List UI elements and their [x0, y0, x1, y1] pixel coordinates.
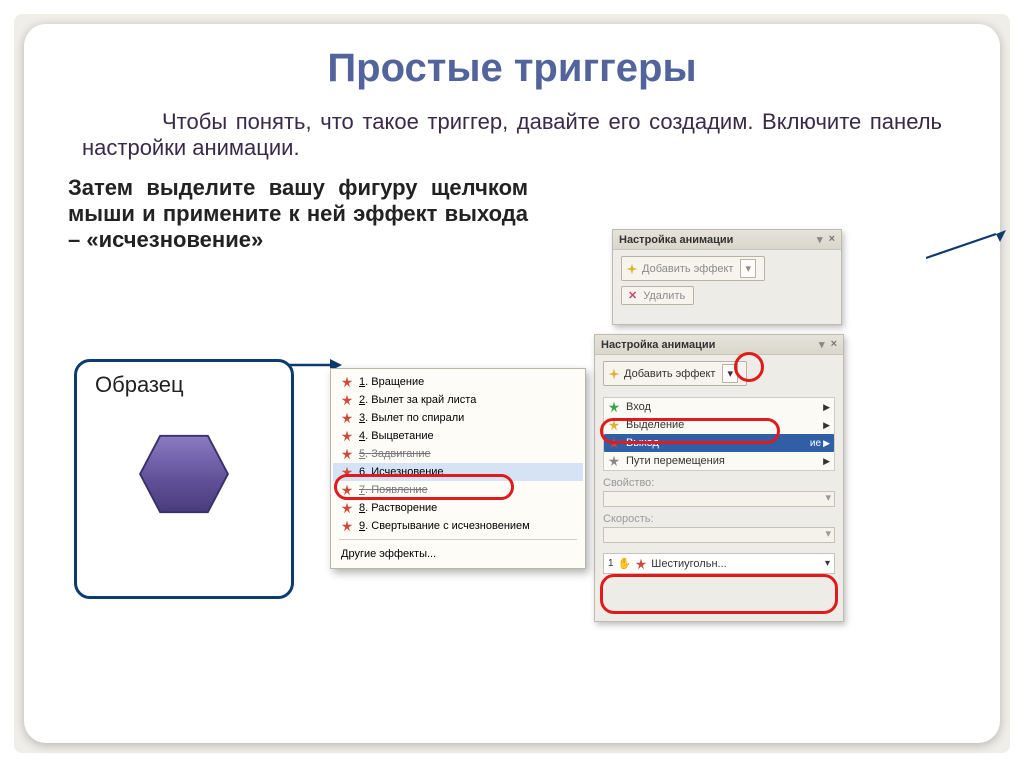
intro-text: Чтобы понять, что такое триггер, давайте… [82, 109, 942, 160]
add-effect-button-disabled: Добавить эффект ▾ [621, 256, 765, 281]
effect-item[interactable]: 9. Свертывание с исчезновением [333, 517, 583, 535]
effect-item[interactable]: 1. Вращение [333, 373, 583, 391]
effect-item[interactable]: 5. Задвигание [333, 445, 583, 463]
effect-item[interactable]: 2. Вылет за край листа [333, 391, 583, 409]
effect-item-selected[interactable]: 6. Исчезновение [333, 463, 583, 481]
pane-titlebar: Настройка анимации ▾ × [595, 335, 843, 355]
star-icon [608, 419, 620, 431]
animation-list-item[interactable]: 1 ✋ Шестиугольн... ▾ [603, 553, 835, 574]
star-icon [341, 430, 353, 442]
pane-title: Настройка анимации [619, 234, 733, 246]
instruction-paragraph: Затем выделите вашу фигуру щелчком мыши … [68, 175, 528, 253]
speed-dropdown[interactable] [603, 527, 835, 543]
animation-pane-active: Настройка анимации ▾ × Добавить эффект ▾… [594, 334, 844, 622]
chevron-right-icon: ▶ [823, 420, 830, 431]
dropdown-icon[interactable]: ▾ [817, 233, 823, 246]
star-icon [341, 394, 353, 406]
effect-item[interactable]: 3. Вылет по спирали [333, 409, 583, 427]
animation-pane-disabled: Настройка анимации ▾ × Добавить эффект ▾… [612, 229, 842, 325]
add-effect-button[interactable]: Добавить эффект ▾ [603, 361, 747, 386]
star-icon [341, 466, 353, 478]
exit-effects-submenu: 1. Вращение 2. Вылет за край листа 3. Вы… [330, 368, 586, 569]
dropdown-icon[interactable]: ▾ [819, 338, 825, 351]
effect-category-menu: Вход ▶ Выделение ▶ Выход ие▶ Пути переме… [603, 397, 835, 471]
remove-button-disabled: ✕ Удалить [621, 286, 694, 305]
hexagon-shape[interactable] [136, 432, 232, 516]
slide-frame: Простые триггеры Чтобы понять, что такое… [14, 14, 1010, 753]
close-icon[interactable]: × [831, 338, 837, 351]
chevron-down-icon[interactable]: ▾ [722, 364, 738, 383]
star-icon [608, 455, 620, 467]
star-icon [635, 558, 647, 570]
other-effects-item[interactable]: Другие эффекты... [333, 544, 583, 564]
sparkle-icon [608, 368, 620, 380]
chevron-down-icon[interactable]: ▾ [825, 558, 830, 569]
property-field: Свойство: [603, 477, 835, 507]
speed-field: Скорость: [603, 513, 835, 543]
star-icon [608, 401, 620, 413]
sparkle-icon [626, 263, 638, 275]
menu-motion-paths[interactable]: Пути перемещения ▶ [604, 452, 834, 470]
chevron-right-icon: ▶ [823, 456, 830, 467]
offscreen-arrow-icon [926, 230, 1006, 266]
effect-item[interactable]: 8. Растворение [333, 499, 583, 517]
property-dropdown[interactable] [603, 491, 835, 507]
menu-exit[interactable]: Выход ие▶ [604, 434, 834, 452]
sample-box: Образец [74, 359, 294, 599]
intro-paragraph: Чтобы понять, что такое триггер, давайте… [58, 109, 966, 161]
star-icon [341, 412, 353, 424]
star-icon [341, 502, 353, 514]
star-icon [608, 437, 620, 449]
close-icon[interactable]: × [829, 233, 835, 246]
star-icon [341, 520, 353, 532]
effect-item[interactable]: 4. Выцветание [333, 427, 583, 445]
chevron-right-icon: ▶ [823, 438, 830, 449]
menu-entrance[interactable]: Вход ▶ [604, 398, 834, 416]
star-icon [341, 484, 353, 496]
star-icon [341, 448, 353, 460]
slide-card: Простые триггеры Чтобы понять, что такое… [24, 24, 1000, 743]
sample-label: Образец [77, 362, 291, 408]
chevron-right-icon: ▶ [823, 402, 830, 413]
x-icon: ✕ [626, 289, 639, 302]
menu-emphasis[interactable]: Выделение ▶ [604, 416, 834, 434]
mouse-click-icon: ✋ [618, 557, 632, 570]
page-title: Простые триггеры [58, 46, 966, 91]
pane-title: Настройка анимации [601, 339, 715, 351]
effect-item[interactable]: 7. Появление [333, 481, 583, 499]
pane-titlebar: Настройка анимации ▾ × [613, 230, 841, 250]
star-icon [341, 376, 353, 388]
chevron-down-icon: ▾ [740, 259, 756, 278]
